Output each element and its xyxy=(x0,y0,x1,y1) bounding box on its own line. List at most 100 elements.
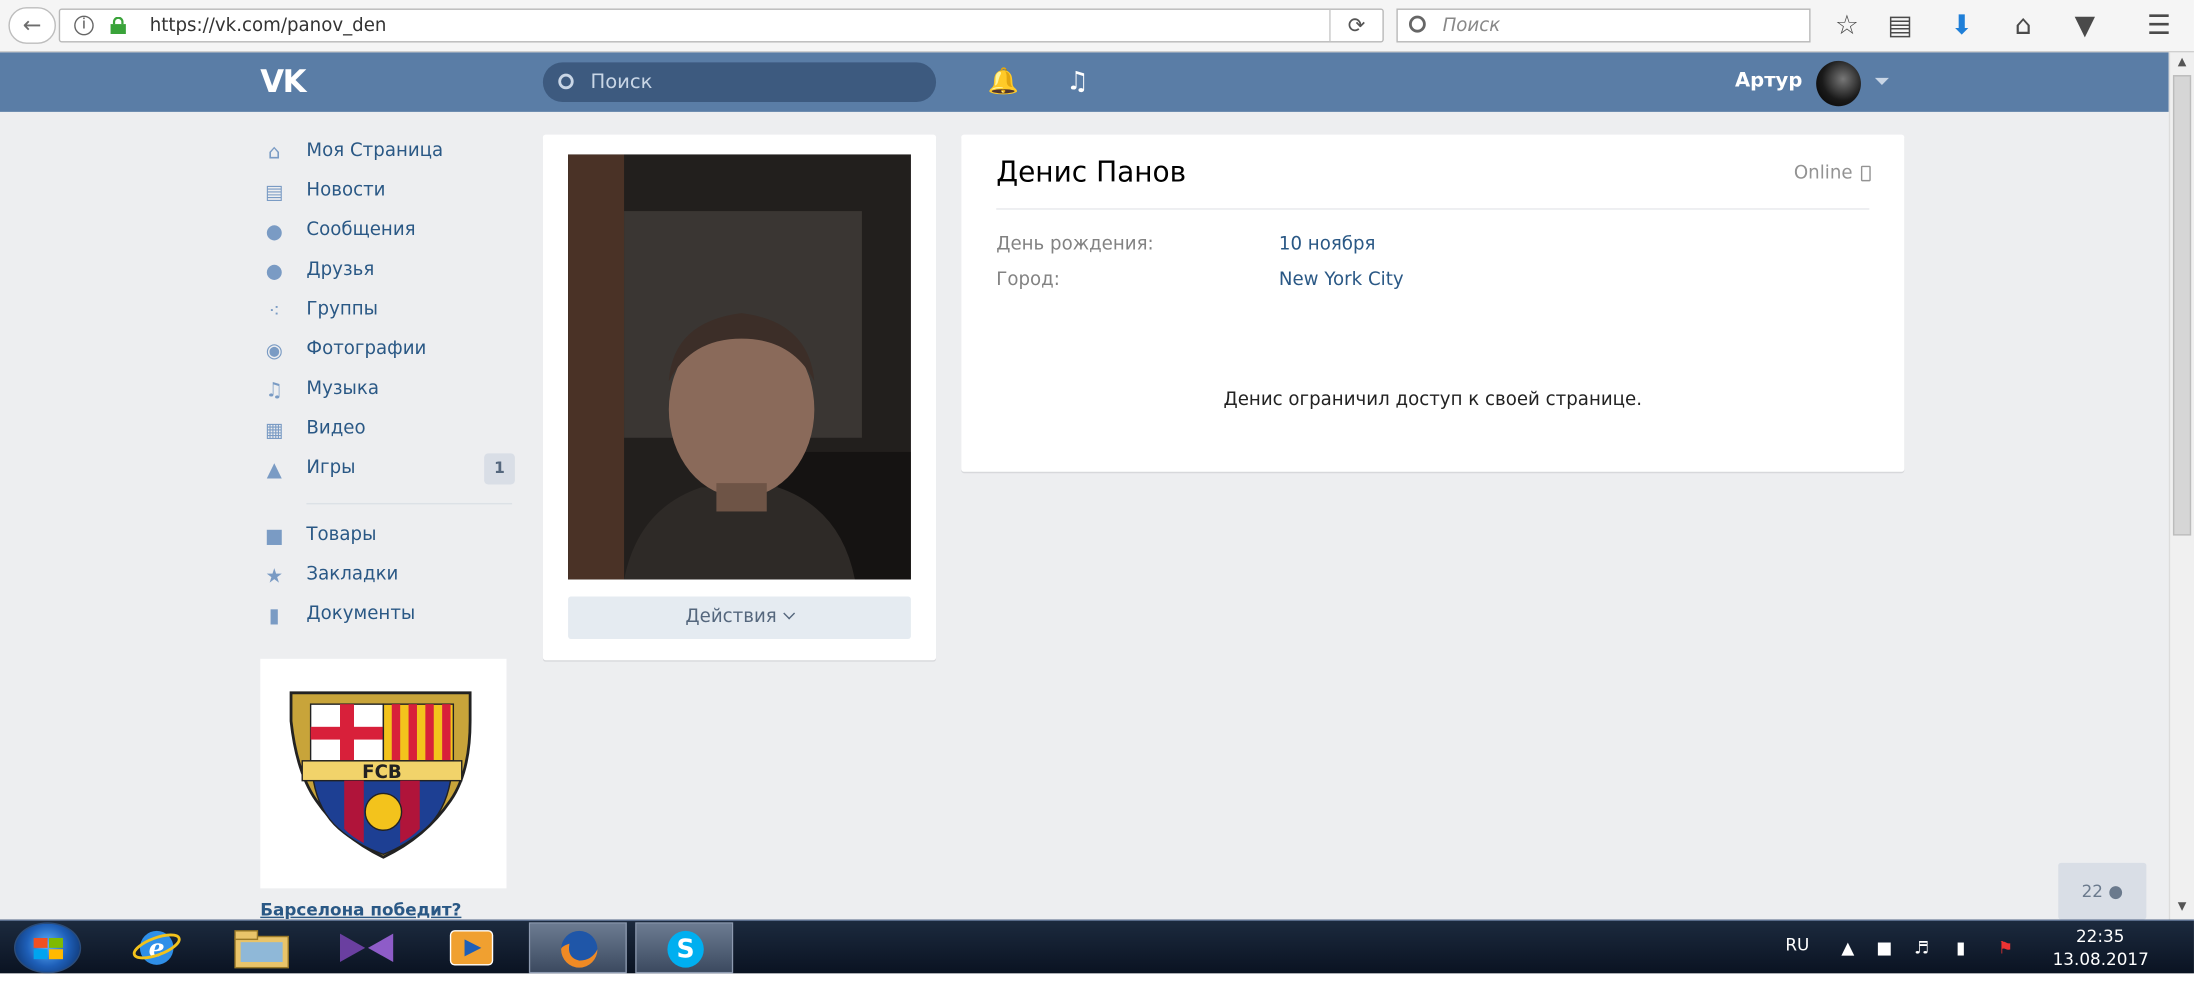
url-text: https://vk.com/panov_den xyxy=(149,15,387,37)
search-icon xyxy=(558,73,574,90)
profile-photo-card: Действия xyxy=(542,134,937,661)
sidebar-item-games[interactable]: ▲ Игры 1 xyxy=(260,449,517,489)
profile-photo-image xyxy=(568,154,911,580)
sidebar-item-label: Сообщения xyxy=(306,219,416,241)
online-friends-counter[interactable]: 22 ● xyxy=(2058,862,2147,920)
profile-divider xyxy=(996,208,1870,210)
fcb-crest-text: FCB xyxy=(362,762,402,783)
sidebar-item-friends[interactable]: ● Друзья xyxy=(260,251,517,291)
clock[interactable]: 22:35 13.08.2017 xyxy=(2053,925,2149,970)
scrollbar[interactable]: ▲ ▼ xyxy=(2168,52,2194,920)
gamepad-icon: ▲ xyxy=(266,459,282,482)
svg-text:S: S xyxy=(677,934,695,964)
mobile-phone-icon xyxy=(1860,165,1871,182)
document-icon: ▮ xyxy=(268,604,280,628)
online-status-text: Online xyxy=(1793,162,1853,185)
download-icon[interactable]: ⬇ xyxy=(1943,9,1979,43)
browser-search-input[interactable]: Поиск xyxy=(1396,8,1811,43)
birthday-value[interactable]: 10 ноября xyxy=(1279,234,1376,255)
restricted-message: Денис ограничил доступ к своей странице. xyxy=(1223,389,1643,411)
sidebar-item-video[interactable]: ▦ Видео xyxy=(260,409,517,449)
city-value[interactable]: New York City xyxy=(1279,269,1404,290)
profile-name: Денис Панов xyxy=(996,154,1187,189)
sidebar-item-news[interactable]: ▤ Новости xyxy=(260,171,517,211)
firefox-icon[interactable] xyxy=(528,922,627,974)
sidebar-item-label: Закладки xyxy=(306,563,399,586)
scrollbar-thumb[interactable] xyxy=(2172,75,2192,536)
news-icon: ▤ xyxy=(264,181,284,205)
windows-logo-icon xyxy=(33,937,63,960)
tray-app-icon[interactable]: ■ xyxy=(1876,938,1892,958)
scroll-down-icon[interactable]: ▼ xyxy=(2170,897,2194,917)
messages-icon: ● xyxy=(265,221,283,244)
music-icon[interactable]: ♫ xyxy=(1066,67,1089,97)
pocket-icon[interactable]: ▼ xyxy=(2067,9,2103,43)
menu-icon[interactable]: ☰ xyxy=(2141,9,2177,43)
page: { "browser": { "url": "https://vk.com/pa… xyxy=(0,0,2194,996)
home-button-icon[interactable]: ⌂ xyxy=(2005,9,2041,43)
bell-icon[interactable]: 🔔 xyxy=(988,67,1019,97)
vk-logo[interactable]: VK xyxy=(260,65,306,100)
sidebar-item-photos[interactable]: ◉ Фотографии xyxy=(260,330,517,370)
birthday-label: День рождения: xyxy=(996,233,1154,256)
online-status: Online xyxy=(1794,163,1871,184)
language-indicator[interactable]: RU xyxy=(1785,935,1809,955)
chevron-down-icon[interactable] xyxy=(1874,77,1889,86)
reading-list-icon[interactable]: ▤ xyxy=(1882,9,1918,43)
scroll-up-icon[interactable]: ▲ xyxy=(2170,52,2194,72)
browser-search-placeholder: Поиск xyxy=(1442,15,1501,37)
reload-icon[interactable]: ⟳ xyxy=(1329,9,1382,42)
profile-info-card: Денис Панов Online День рождения: 10 ноя… xyxy=(961,134,1905,472)
vk-header: VK Поиск 🔔 ♫ Артур xyxy=(0,52,2169,112)
music-icon: ♫ xyxy=(265,379,284,403)
sidebar-item-my-page[interactable]: ⌂ Моя Страница xyxy=(260,132,517,172)
network-icon[interactable]: ▮ xyxy=(1956,938,1965,958)
bookmark-star-icon[interactable]: ☆ xyxy=(1829,9,1865,43)
sidebar-item-label: Друзья xyxy=(306,259,375,281)
online-counter-value: 22 xyxy=(2081,881,2103,902)
action-center-flag-icon[interactable]: ⚑ xyxy=(1998,938,2013,958)
user-name[interactable]: Артур xyxy=(1735,69,1802,92)
sidebar-item-messages[interactable]: ● Сообщения xyxy=(260,211,517,251)
ad-title-link[interactable]: Барселона победит? xyxy=(260,900,461,920)
sidebar-item-label: Фотографии xyxy=(306,338,427,360)
lock-icon xyxy=(110,17,126,35)
games-count-badge: 1 xyxy=(484,453,515,485)
bag-icon: ■ xyxy=(264,525,284,549)
vk-search-input[interactable]: Поиск xyxy=(542,62,937,103)
sidebar-item-label: Видео xyxy=(306,417,366,440)
ad-block[interactable]: FCB xyxy=(260,658,507,889)
home-icon: ⌂ xyxy=(268,141,281,165)
sidebar-item-goods[interactable]: ■ Товары xyxy=(260,516,517,556)
actions-button[interactable]: Действия xyxy=(568,596,911,639)
video-icon: ▦ xyxy=(264,419,284,443)
volume-icon[interactable]: ♬ xyxy=(1914,938,1929,958)
person-icon: ● xyxy=(2108,881,2124,902)
page-body: ⌂ Моя Страница ▤ Новости ● Сообщения ● Д… xyxy=(0,111,2169,920)
sidebar-item-bookmarks[interactable]: ★ Закладки xyxy=(260,555,517,595)
search-icon xyxy=(1408,15,1426,33)
sidebar-item-groups[interactable]: ⁖ Группы xyxy=(260,290,517,330)
file-explorer-icon[interactable] xyxy=(213,922,311,973)
sidebar-item-label: Группы xyxy=(306,298,378,321)
screen: { "browser": { "url": "https://vk.com/pa… xyxy=(0,0,2194,996)
url-bar[interactable]: i https://vk.com/panov_den ⟳ xyxy=(58,8,1384,43)
sidebar-item-music[interactable]: ♫ Музыка xyxy=(260,370,517,410)
star-icon: ★ xyxy=(265,565,284,588)
skype-icon[interactable]: S xyxy=(635,922,734,974)
tray-expand-icon[interactable]: ▲ xyxy=(1841,938,1854,958)
sidebar-item-documents[interactable]: ▮ Документы xyxy=(260,595,517,635)
visual-studio-icon[interactable] xyxy=(318,922,416,973)
profile-photo[interactable] xyxy=(568,154,911,580)
chevron-down-icon xyxy=(783,607,796,620)
back-button[interactable]: ← xyxy=(8,7,56,44)
internet-explorer-icon[interactable]: e xyxy=(109,922,207,973)
browser-toolbar: ← i https://vk.com/panov_den ⟳ Поиск ☆ ▤… xyxy=(0,0,2194,53)
groups-icon: ⁖ xyxy=(268,300,280,324)
info-icon[interactable]: i xyxy=(74,15,94,36)
vk-search-placeholder: Поиск xyxy=(590,70,653,94)
media-player-icon[interactable] xyxy=(423,922,521,973)
taskbar: e S RU ▲ ■ ♬ ▮ ⚑ 22:35 13.08.2017 xyxy=(0,919,2194,974)
avatar[interactable] xyxy=(1816,60,1861,107)
camera-icon: ◉ xyxy=(265,340,283,363)
